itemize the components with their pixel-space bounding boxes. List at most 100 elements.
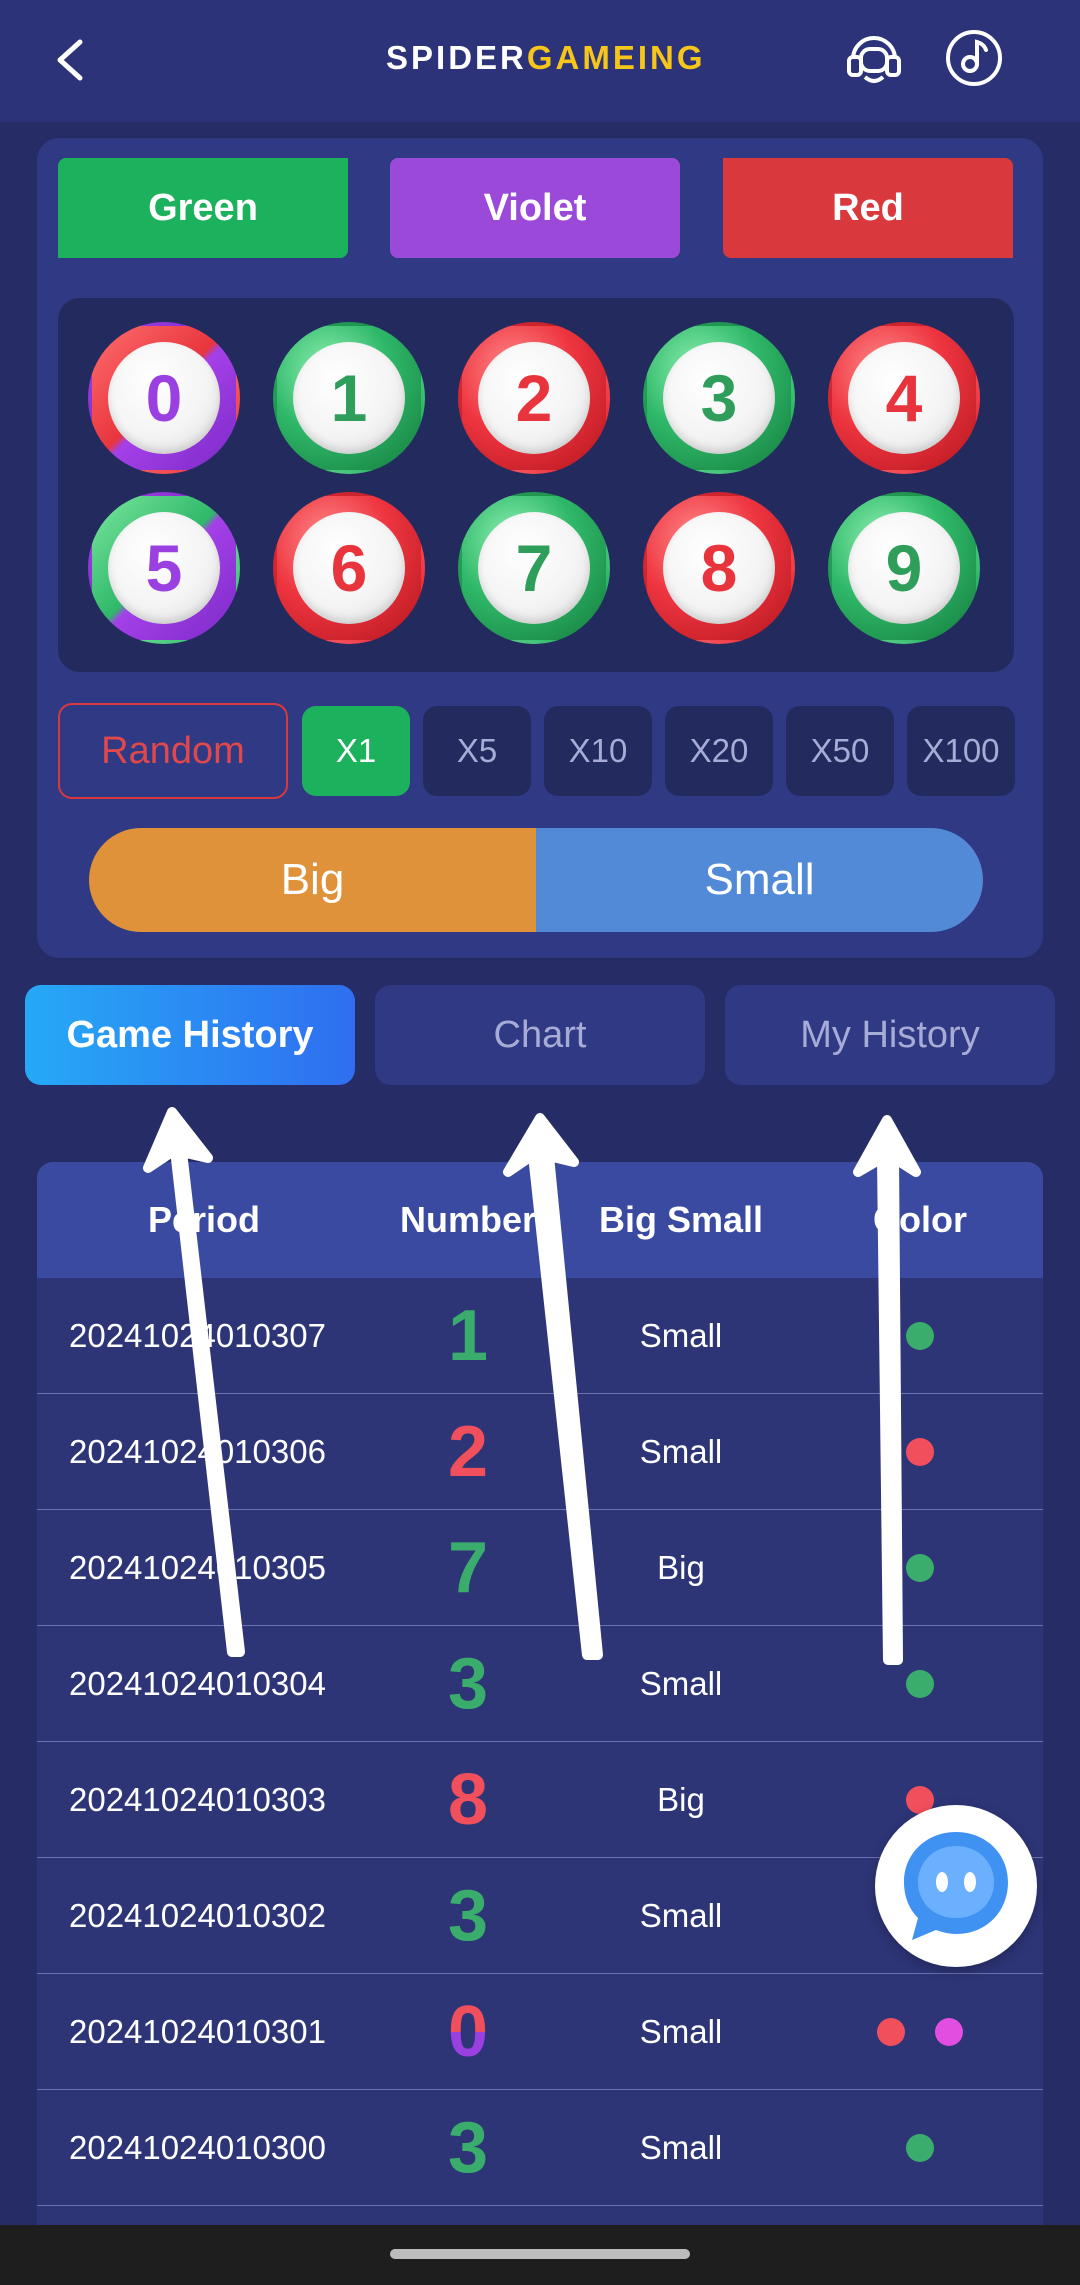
multiplier-x50-button[interactable]: X50 (786, 706, 894, 796)
row-big-small: Small (639, 1896, 723, 1934)
multiplier-x10-button[interactable]: X10 (544, 706, 652, 796)
bet-red-button[interactable]: Red (723, 158, 1013, 258)
bet-small-button[interactable]: Small (536, 828, 983, 932)
ball-label: 3 (700, 361, 738, 435)
green-dot-icon (906, 1553, 934, 1582)
random-button[interactable]: Random (58, 703, 288, 799)
number-ball-5[interactable]: 5 (88, 492, 240, 644)
home-gesture-handle[interactable] (390, 2249, 690, 2259)
music-toggle-button[interactable] (942, 26, 1006, 90)
ball-label: 8 (700, 531, 738, 605)
number-ball-0[interactable]: 0 (88, 322, 240, 474)
row-period: 20241024010300 (69, 2128, 326, 2166)
logo-text-yellow: GAMEING (526, 39, 706, 76)
table-row: 20241024010306 2 Small (37, 1394, 1043, 1510)
back-button[interactable] (40, 30, 100, 90)
green-dot-icon (906, 1669, 934, 1698)
header-number: Number (399, 1199, 537, 1240)
row-big-small: Small (639, 1664, 723, 1702)
multiplier-x20-button[interactable]: X20 (665, 706, 773, 796)
red-dot-icon (877, 2017, 905, 2046)
header-big-small: Big Small (598, 1199, 764, 1240)
big-small-toggle: Big Small (89, 828, 983, 932)
row-color (797, 1321, 1043, 1350)
row-color (797, 1437, 1043, 1466)
row-color (797, 1785, 1043, 1814)
row-number: 1 (447, 1295, 489, 1376)
number-ball-1[interactable]: 1 (273, 322, 425, 474)
ball-label: 0 (145, 361, 183, 435)
row-color (797, 2017, 1043, 2046)
row-period: 20241024010303 (69, 1780, 326, 1818)
system-navigation-bar (0, 2225, 1080, 2285)
header-color: Color (873, 1199, 967, 1240)
number-ball-4[interactable]: 4 (828, 322, 980, 474)
tab-chart[interactable]: Chart (375, 985, 705, 1085)
table-row: 20241024010307 1 Small (37, 1278, 1043, 1394)
headset-icon (847, 36, 901, 83)
row-number: 8 (447, 1759, 489, 1840)
number-ball-8[interactable]: 8 (643, 492, 795, 644)
number-balls-grid: 0 1 2 3 4 5 6 7 8 9 (58, 298, 1014, 672)
row-period: 20241024010307 (69, 1316, 326, 1354)
green-dot-icon (906, 2133, 934, 2162)
ball-label: 4 (885, 361, 923, 435)
row-period: 20241024010306 (69, 1432, 326, 1470)
bet-panel: Green Violet Red 0 1 2 3 4 5 6 7 8 9 Ran… (37, 138, 1043, 958)
number-ball-7[interactable]: 7 (458, 492, 610, 644)
multiplier-x1-button[interactable]: X1 (302, 706, 410, 796)
row-period: 20241024010304 (69, 1664, 326, 1702)
red-dot-icon (906, 1437, 934, 1466)
bet-green-button[interactable]: Green (58, 158, 348, 258)
violet-dot-icon (935, 2017, 963, 2046)
row-number: 3 (447, 1643, 489, 1724)
row-color (797, 2133, 1043, 2162)
ball-label: 2 (515, 361, 553, 435)
green-dot-icon (906, 1321, 934, 1350)
header-period: Period (147, 1199, 261, 1240)
logo-text-white: SPIDER (386, 39, 527, 76)
row-period: 20241024010305 (69, 1548, 326, 1586)
chat-bubble-icon (904, 1832, 1008, 1940)
row-big-small: Small (639, 1432, 723, 1470)
multiplier-x5-button[interactable]: X5 (423, 706, 531, 796)
row-number: 3 (447, 2107, 489, 2188)
top-header: SPIDERGAMEING (0, 0, 1080, 122)
logo-text: SPIDERGAMEING (386, 39, 706, 77)
ball-label: 5 (145, 531, 183, 605)
game-history-table: Period Number Big Small Color 2024102401… (37, 1162, 1043, 2285)
music-icon (946, 30, 1002, 86)
row-big-small: Small (639, 2012, 723, 2050)
number-ball-2[interactable]: 2 (458, 322, 610, 474)
ball-label: 9 (885, 531, 923, 605)
table-row: 20241024010304 3 Small (37, 1626, 1043, 1742)
spidergameing-logo: SPIDERGAMEING (380, 28, 703, 88)
table-row: 20241024010305 7 Big (37, 1510, 1043, 1626)
number-ball-3[interactable]: 3 (643, 322, 795, 474)
number-ball-9[interactable]: 9 (828, 492, 980, 644)
row-number: 2 (447, 1411, 489, 1492)
tab-game-history[interactable]: Game History (25, 985, 355, 1085)
row-color (797, 1669, 1043, 1698)
table-row: 20241024010300 3 Small (37, 2090, 1043, 2206)
multiplier-x100-button[interactable]: X100 (907, 706, 1015, 796)
row-big-small: Big (657, 1548, 705, 1586)
row-big-small: Small (639, 1316, 723, 1354)
customer-support-button[interactable] (842, 26, 906, 90)
row-number: 7 (447, 1527, 489, 1608)
bet-big-button[interactable]: Big (89, 828, 536, 932)
row-period: 20241024010302 (69, 1896, 326, 1934)
table-row: 20241024010301 0 Small (37, 1974, 1043, 2090)
table-header: Period Number Big Small Color (37, 1162, 1043, 1278)
row-number: 3 (447, 1875, 489, 1956)
row-number: 0 (371, 1991, 565, 2073)
bet-violet-button[interactable]: Violet (390, 158, 680, 258)
row-period: 20241024010301 (69, 2012, 326, 2050)
ball-label: 7 (515, 531, 553, 605)
number-ball-6[interactable]: 6 (273, 492, 425, 644)
row-color (797, 1553, 1043, 1582)
tab-my-history[interactable]: My History (725, 985, 1055, 1085)
chat-support-button[interactable] (875, 1805, 1037, 1967)
ball-label: 6 (330, 531, 368, 605)
row-big-small: Big (657, 1780, 705, 1818)
